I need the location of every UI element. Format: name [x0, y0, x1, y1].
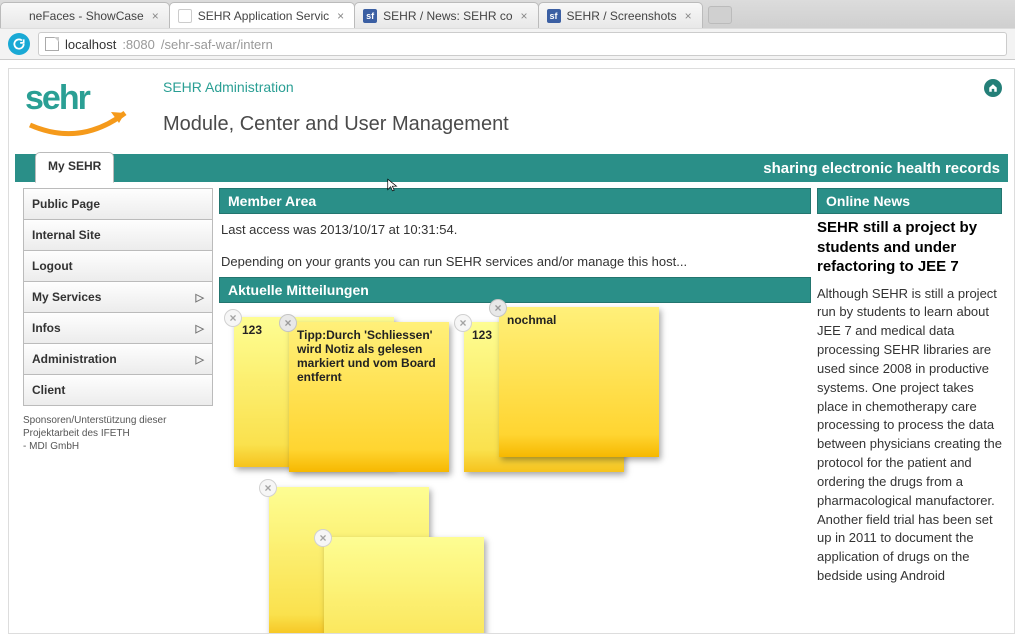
- svg-text:sehr: sehr: [25, 79, 91, 117]
- chevron-right-icon: ▷: [196, 322, 204, 335]
- tab-label: SEHR / Screenshots: [567, 9, 677, 23]
- nav-tagline: sharing electronic health records: [763, 160, 1008, 177]
- notes-board: ×123×××123×Tipp:Durch 'Schliessen' wird …: [219, 307, 811, 627]
- close-icon[interactable]: ×: [279, 314, 297, 332]
- sidebar-item[interactable]: Client: [24, 375, 212, 405]
- url-path: /sehr-saf-war/intern: [161, 37, 273, 52]
- sidebar-item[interactable]: Internal Site: [24, 220, 212, 251]
- news-body: Although SEHR is still a project run by …: [817, 285, 1002, 587]
- sidebar-item[interactable]: My Services ▷: [24, 282, 212, 313]
- close-icon[interactable]: ×: [683, 9, 694, 23]
- logo: sehr: [25, 79, 155, 140]
- address-bar[interactable]: localhost :8080/sehr-saf-war/intern: [38, 32, 1007, 56]
- chevron-right-icon: ▷: [196, 291, 204, 304]
- nav-strip: My SEHR sharing electronic health record…: [15, 154, 1008, 182]
- close-icon[interactable]: ×: [454, 314, 472, 332]
- online-news-header: Online News: [817, 188, 1002, 214]
- close-icon[interactable]: ×: [519, 9, 530, 23]
- page-icon: [45, 37, 59, 51]
- app-frame: sehr SEHR Administration Module, Center …: [8, 68, 1015, 634]
- close-icon[interactable]: ×: [224, 309, 242, 327]
- browser-tab-bar: neFaces - ShowCase × SEHR Application Se…: [0, 0, 1015, 28]
- sidebar-item-label: Administration: [32, 352, 117, 366]
- page-title: Module, Center and User Management: [163, 113, 509, 136]
- sidebar-item[interactable]: Public Page: [24, 189, 212, 220]
- sidebar-menu: Public Page Internal Site Logout My Service…: [23, 188, 213, 406]
- header-text: SEHR Administration Module, Center and U…: [155, 79, 509, 136]
- home-icon[interactable]: [984, 79, 1002, 97]
- sidebar-item-label: Infos: [32, 321, 61, 335]
- tab-label: neFaces - ShowCase: [29, 9, 144, 23]
- sidebar-item[interactable]: Logout: [24, 251, 212, 282]
- favicon: [178, 9, 192, 23]
- sticky-note[interactable]: ×nochmal: [499, 307, 659, 457]
- favicon: sf: [547, 9, 561, 23]
- new-tab-button[interactable]: [708, 6, 732, 24]
- close-icon[interactable]: ×: [314, 529, 332, 547]
- sidebar-item-label: My Services: [32, 290, 101, 304]
- url-host: localhost: [65, 37, 116, 52]
- sidebar: Public Page Internal Site Logout My Service…: [23, 188, 213, 627]
- sidebar-item[interactable]: Administration ▷: [24, 344, 212, 375]
- favicon: [9, 9, 23, 23]
- tab-my-sehr[interactable]: My SEHR: [35, 152, 114, 183]
- admin-link[interactable]: SEHR Administration: [163, 79, 509, 95]
- browser-tab[interactable]: sf SEHR / Screenshots ×: [538, 2, 703, 28]
- tab-label: SEHR / News: SEHR co: [383, 9, 512, 23]
- aktuelle-header: Aktuelle Mitteilungen: [219, 277, 811, 303]
- sticky-note[interactable]: ×Tipp:Durch 'Schliessen' wird Notiz als …: [289, 322, 449, 472]
- sidebar-item-label: Internal Site: [32, 228, 101, 242]
- sidebar-item-label: Logout: [32, 259, 73, 273]
- url-port: :8080: [122, 37, 155, 52]
- browser-tab[interactable]: neFaces - ShowCase ×: [0, 2, 170, 28]
- close-icon[interactable]: ×: [489, 299, 507, 317]
- member-area-header: Member Area: [219, 188, 811, 214]
- sticky-note[interactable]: ×: [324, 537, 484, 634]
- url-bar-row: localhost :8080/sehr-saf-war/intern: [0, 28, 1015, 60]
- columns: Public Page Internal Site Logout My Service…: [15, 182, 1008, 627]
- close-icon[interactable]: ×: [335, 9, 346, 23]
- note-text: nochmal: [507, 313, 651, 327]
- favicon: sf: [363, 9, 377, 23]
- chevron-right-icon: ▷: [196, 353, 204, 366]
- browser-tab[interactable]: sf SEHR / News: SEHR co ×: [354, 2, 538, 28]
- close-icon[interactable]: ×: [150, 9, 161, 23]
- tab-label: SEHR Application Servic: [198, 9, 329, 23]
- main-column: Member Area Last access was 2013/10/17 a…: [219, 188, 811, 627]
- sponsor-text: Sponsoren/Unterstützung dieser Projektar…: [23, 414, 213, 453]
- sidebar-item-label: Public Page: [32, 197, 100, 211]
- note-text: Tipp:Durch 'Schliessen' wird Notiz als g…: [297, 328, 441, 384]
- grants-text: Depending on your grants you can run SEH…: [219, 246, 811, 278]
- sidebar-item-label: Client: [32, 383, 65, 397]
- reload-icon[interactable]: [8, 33, 30, 55]
- last-access-text: Last access was 2013/10/17 at 10:31:54.: [219, 214, 811, 246]
- news-title: SEHR still a project by students and und…: [817, 218, 1002, 277]
- news-column: Online News SEHR still a project by stud…: [817, 188, 1008, 627]
- header: sehr SEHR Administration Module, Center …: [15, 75, 1008, 154]
- sidebar-item[interactable]: Infos ▷: [24, 313, 212, 344]
- browser-tab[interactable]: SEHR Application Servic ×: [169, 2, 355, 28]
- close-icon[interactable]: ×: [259, 479, 277, 497]
